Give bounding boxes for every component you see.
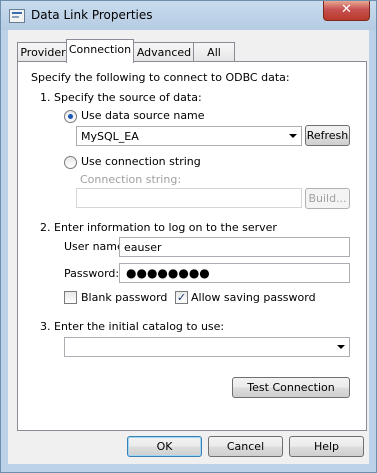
use-dsn-label: Use data source name <box>81 109 205 122</box>
use-connstr-label: Use connection string <box>81 155 201 168</box>
use-dsn-radio[interactable] <box>64 110 77 123</box>
blank-password-label: Blank password <box>81 291 168 304</box>
tab-connection[interactable]: Connection <box>66 39 134 63</box>
allow-saving-checkbox[interactable]: ✓ <box>175 291 188 304</box>
tab-provider[interactable]: Provider <box>17 42 69 63</box>
password-value: ●●●●●●●● <box>126 266 210 280</box>
tab-all[interactable]: All <box>193 42 235 63</box>
dialog-window: Data Link Properties ✕ Provider Connecti… <box>0 0 377 473</box>
chevron-down-icon[interactable] <box>289 134 297 138</box>
help-button[interactable]: Help <box>289 436 364 457</box>
step3-heading: 3. Enter the initial catalog to use: <box>40 320 225 333</box>
close-button[interactable]: ✕ <box>323 1 370 21</box>
dsn-value: MySQL_EA <box>81 130 139 143</box>
window-title: Data Link Properties <box>31 8 153 22</box>
refresh-button[interactable]: Refresh <box>305 125 350 146</box>
dialog-client: Provider Connection Advanced All Specify… <box>8 30 369 464</box>
chevron-down-icon[interactable] <box>337 345 345 349</box>
ok-button[interactable]: OK <box>127 436 202 457</box>
connstr-label: Connection string: <box>80 173 182 186</box>
test-connection-button[interactable]: Test Connection <box>232 377 350 398</box>
build-button[interactable]: Build... <box>305 188 350 209</box>
password-input[interactable]: ●●●●●●●● <box>119 263 350 283</box>
username-value: eauser <box>124 241 162 254</box>
step2-heading: 2. Enter information to log on to the se… <box>40 221 277 234</box>
username-label: User name: <box>64 240 128 253</box>
step1-heading: 1. Specify the source of data: <box>40 91 202 104</box>
catalog-combobox[interactable] <box>64 337 350 357</box>
password-label: Password: <box>64 267 120 280</box>
username-input[interactable]: eauser <box>119 237 350 257</box>
use-connstr-radio[interactable] <box>64 156 77 169</box>
dsn-combobox[interactable]: MySQL_EA <box>76 126 302 146</box>
title-bar[interactable]: Data Link Properties ✕ <box>1 1 376 30</box>
tab-advanced[interactable]: Advanced <box>133 42 195 63</box>
allow-saving-label: Allow saving password <box>191 291 316 304</box>
cancel-button[interactable]: Cancel <box>208 436 283 457</box>
blank-password-checkbox[interactable] <box>64 291 77 304</box>
connection-panel: Specify the following to connect to ODBC… <box>17 61 367 431</box>
connstr-input[interactable] <box>76 188 302 208</box>
intro-text: Specify the following to connect to ODBC… <box>31 71 290 84</box>
app-icon <box>9 9 25 23</box>
